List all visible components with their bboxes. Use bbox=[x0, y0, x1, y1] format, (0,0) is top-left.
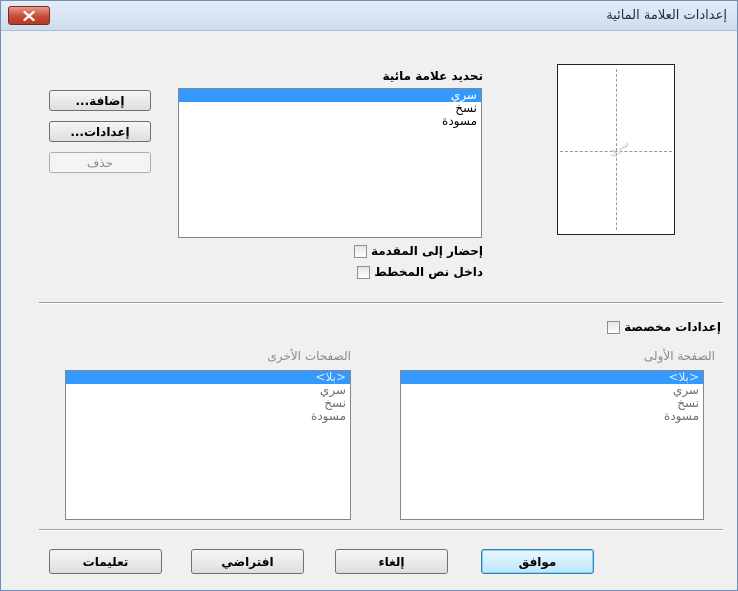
default-button[interactable]: افتراضي bbox=[191, 549, 304, 574]
cancel-button[interactable]: إلغاء bbox=[335, 549, 448, 574]
list-item[interactable]: سري bbox=[179, 89, 481, 102]
window-title: إعدادات العلامة المائية bbox=[606, 8, 727, 23]
settings-button[interactable]: إعدادات... bbox=[49, 121, 151, 142]
in-outline-text-label: داخل نص المخطط bbox=[374, 265, 483, 279]
custom-settings-checkbox[interactable] bbox=[607, 320, 621, 334]
custom-settings-option[interactable]: إعدادات مخصصة bbox=[607, 320, 721, 334]
list-item[interactable]: نسخ bbox=[66, 397, 350, 410]
other-pages-listbox[interactable]: <بلا> سري نسخ مسودة bbox=[65, 370, 351, 520]
delete-button[interactable]: حذف bbox=[49, 152, 151, 173]
ok-button[interactable]: موافق bbox=[481, 549, 594, 574]
list-item[interactable]: <بلا> bbox=[66, 371, 350, 384]
watermark-select-label: تحديد علامة مائية bbox=[382, 69, 483, 83]
bring-to-front-option[interactable]: إحضار إلى المقدمة bbox=[353, 244, 483, 258]
list-item[interactable]: نسخ bbox=[401, 397, 703, 410]
watermark-preview: سري bbox=[557, 64, 675, 235]
help-button[interactable]: تعليمات bbox=[49, 549, 162, 574]
list-item[interactable]: سري bbox=[66, 384, 350, 397]
bring-to-front-label: إحضار إلى المقدمة bbox=[370, 244, 483, 258]
list-item[interactable]: سري bbox=[401, 384, 703, 397]
dialog-body: سري تحديد علامة مائية سري نسخ مسودة إضاف… bbox=[1, 32, 737, 590]
close-icon bbox=[23, 10, 35, 21]
list-item[interactable]: <بلا> bbox=[401, 371, 703, 384]
in-outline-text-option[interactable]: داخل نص المخطط bbox=[357, 265, 483, 279]
add-button[interactable]: إضافة... bbox=[49, 90, 151, 111]
custom-settings-label: إعدادات مخصصة bbox=[624, 320, 721, 334]
watermark-settings-dialog: إعدادات العلامة المائية سري تحديد علامة … bbox=[0, 0, 738, 591]
in-outline-text-checkbox[interactable] bbox=[357, 265, 371, 279]
list-item[interactable]: مسودة bbox=[179, 115, 481, 128]
title-bar: إعدادات العلامة المائية bbox=[1, 1, 737, 31]
list-item[interactable]: نسخ bbox=[179, 102, 481, 115]
bring-to-front-checkbox[interactable] bbox=[353, 244, 367, 258]
first-page-listbox[interactable]: <بلا> سري نسخ مسودة bbox=[400, 370, 704, 520]
list-item[interactable]: مسودة bbox=[401, 410, 703, 423]
preview-watermark: سري bbox=[606, 138, 632, 159]
other-pages-label: الصفحات الأخرى bbox=[267, 349, 351, 363]
watermark-listbox[interactable]: سري نسخ مسودة bbox=[178, 88, 482, 238]
separator bbox=[39, 302, 723, 304]
close-button[interactable] bbox=[8, 6, 50, 25]
separator bbox=[39, 529, 723, 531]
list-item[interactable]: مسودة bbox=[66, 410, 350, 423]
first-page-label: الصفحة الأولى bbox=[643, 349, 715, 363]
